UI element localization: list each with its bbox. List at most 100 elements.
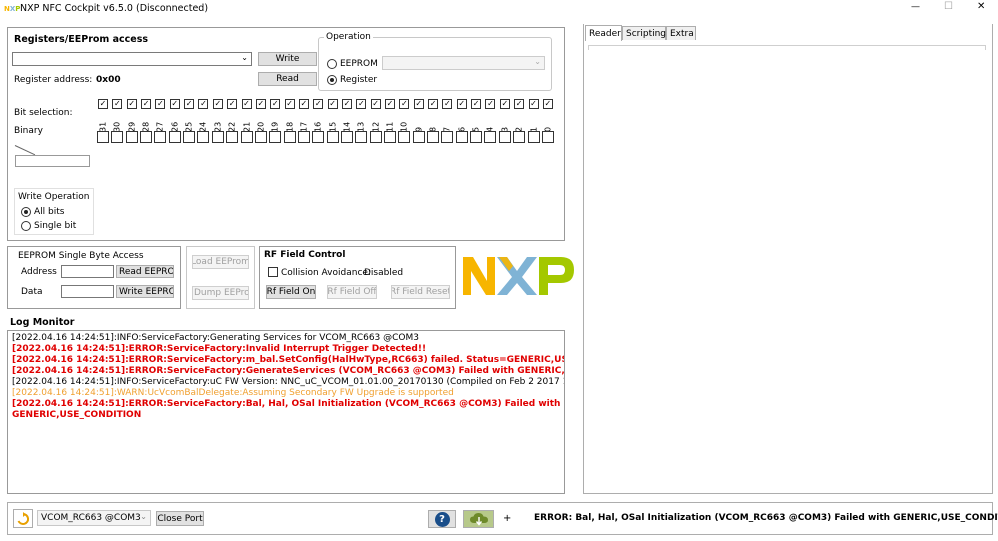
read-eeprom-button[interactable]: Read EEPROM [116,265,174,278]
load-eeprom-button[interactable]: Load EEProm [192,255,249,269]
binary-bit-17[interactable] [297,131,310,143]
log-line: [2022.04.16 14:24:51]:ERROR:ServiceFacto… [12,399,561,409]
port-select[interactable]: VCOM_RC663 @COM3 ⌄ [37,510,151,526]
bit-checkbox-2[interactable]: ✓ [514,99,525,109]
bit-checkbox-28[interactable]: ✓ [141,99,152,109]
all-bits-radio[interactable] [21,207,31,217]
tab-reader[interactable]: Reader [585,25,622,41]
bit-checkbox-5[interactable]: ✓ [471,99,482,109]
bit-checkbox-13[interactable]: ✓ [356,99,367,109]
tab-extra[interactable]: Extra [666,26,696,40]
bit-label-19: 19 [270,121,280,132]
eeprom-radio[interactable] [327,59,337,69]
close-port-button[interactable]: Close Port [156,511,204,526]
binary-bit-11[interactable] [384,131,396,143]
bit-checkbox-23[interactable]: ✓ [212,99,223,109]
bit-checkbox-21[interactable]: ✓ [241,99,252,109]
write-eeprom-button[interactable]: Write EEPROM [116,285,174,298]
read-button[interactable]: Read [258,72,317,86]
help-button[interactable]: ? [428,510,456,528]
minimize-button[interactable]: — [911,2,920,12]
bit-checkbox-9[interactable]: ✓ [413,99,424,109]
rf-field-on-button[interactable]: Rf Field On [266,285,316,299]
binary-bit-30[interactable] [111,131,124,143]
binary-bit-29[interactable] [125,131,138,143]
single-bit-radio[interactable] [21,221,31,231]
eeprom-data-input[interactable] [61,285,114,298]
binary-bit-7[interactable] [441,131,454,143]
bit-checkbox-4[interactable]: ✓ [485,99,496,109]
registers-title: Registers/EEProm access [14,34,149,45]
binary-bit-2[interactable] [513,131,526,143]
binary-bit-13[interactable] [355,131,368,143]
right-tab-panel [583,24,993,494]
bit-checkbox-17[interactable]: ✓ [298,99,309,109]
refresh-button[interactable] [13,509,33,528]
bit-checkbox-8[interactable]: ✓ [428,99,439,109]
bit-checkbox-29[interactable]: ✓ [126,99,137,109]
bit-checkbox-10[interactable]: ✓ [399,99,410,109]
register-select[interactable]: ⌄ [12,52,252,66]
bit-checkbox-15[interactable]: ✓ [327,99,338,109]
binary-bit-4[interactable] [484,131,497,143]
cloud-update-button[interactable] [463,510,494,528]
bit-checkbox-22[interactable]: ✓ [227,99,238,109]
bit-checkbox-0[interactable]: ✓ [542,99,553,109]
bit-checkbox-31[interactable]: ✓ [98,99,108,109]
close-window-button[interactable]: ✕ [977,1,985,12]
write-button[interactable]: Write [258,52,317,66]
binary-bit-26[interactable] [168,131,181,143]
binary-bit-20[interactable] [254,131,267,143]
binary-bit-1[interactable] [527,131,540,143]
register-address-label: Register address: [14,75,93,85]
register-radio[interactable] [327,75,337,85]
bit-checkbox-7[interactable]: ✓ [442,99,453,109]
bit-checkbox-24[interactable]: ✓ [198,99,209,109]
bit-checkbox-20[interactable]: ✓ [255,99,266,109]
binary-bit-16[interactable] [312,131,325,143]
bit-checkbox-25[interactable]: ✓ [184,99,195,109]
maximize-button[interactable]: ☐ [944,1,953,12]
bit-checkbox-6[interactable]: ✓ [456,99,467,109]
collision-avoidance-checkbox[interactable] [268,267,278,277]
binary-bit-15[interactable] [326,131,339,143]
rf-field-off-button[interactable]: Rf Field Off [327,285,377,299]
binary-bit-18[interactable] [283,131,296,143]
binary-input[interactable] [15,155,90,167]
bit-checkbox-30[interactable]: ✓ [112,99,123,109]
bit-checkbox-12[interactable]: ✓ [370,99,381,109]
binary-bit-22[interactable] [226,131,239,143]
binary-bit-8[interactable] [427,131,440,143]
bit-checkbox-27[interactable]: ✓ [155,99,166,109]
bit-checkbox-1[interactable]: ✓ [528,99,539,109]
bit-checkbox-19[interactable]: ✓ [270,99,281,109]
binary-bit-25[interactable] [183,131,196,143]
eeprom-address-input[interactable] [61,265,114,278]
binary-bit-6[interactable] [455,131,468,143]
binary-bit-23[interactable] [211,131,224,143]
bit-checkbox-18[interactable]: ✓ [284,99,295,109]
binary-bit-31[interactable] [97,131,109,143]
binary-bit-14[interactable] [340,131,353,143]
binary-bit-24[interactable] [197,131,210,143]
bit-checkbox-14[interactable]: ✓ [341,99,352,109]
binary-bit-0[interactable] [541,131,554,143]
binary-bit-27[interactable] [154,131,167,143]
binary-bit-12[interactable] [369,131,382,143]
log-monitor-area: [2022.04.16 14:24:51]:INFO:ServiceFactor… [7,330,565,494]
dump-eeprom-button[interactable]: Dump EEProm [192,286,249,300]
binary-bit-21[interactable] [240,131,253,143]
binary-bit-10[interactable] [398,131,411,143]
rf-field-reset-button[interactable]: Rf Field Reset [391,285,450,299]
binary-bit-9[interactable] [412,131,425,143]
binary-bit-28[interactable] [140,131,153,143]
tab-scripting[interactable]: Scripting [622,26,666,40]
binary-bit-5[interactable] [470,131,483,143]
app-logo-icon: NXP [4,5,21,13]
bit-checkbox-16[interactable]: ✓ [313,99,324,109]
binary-bit-3[interactable] [498,131,511,143]
bit-checkbox-26[interactable]: ✓ [169,99,180,109]
binary-bit-19[interactable] [269,131,282,143]
bit-checkbox-3[interactable]: ✓ [499,99,510,109]
bit-checkbox-11[interactable]: ✓ [385,99,395,109]
